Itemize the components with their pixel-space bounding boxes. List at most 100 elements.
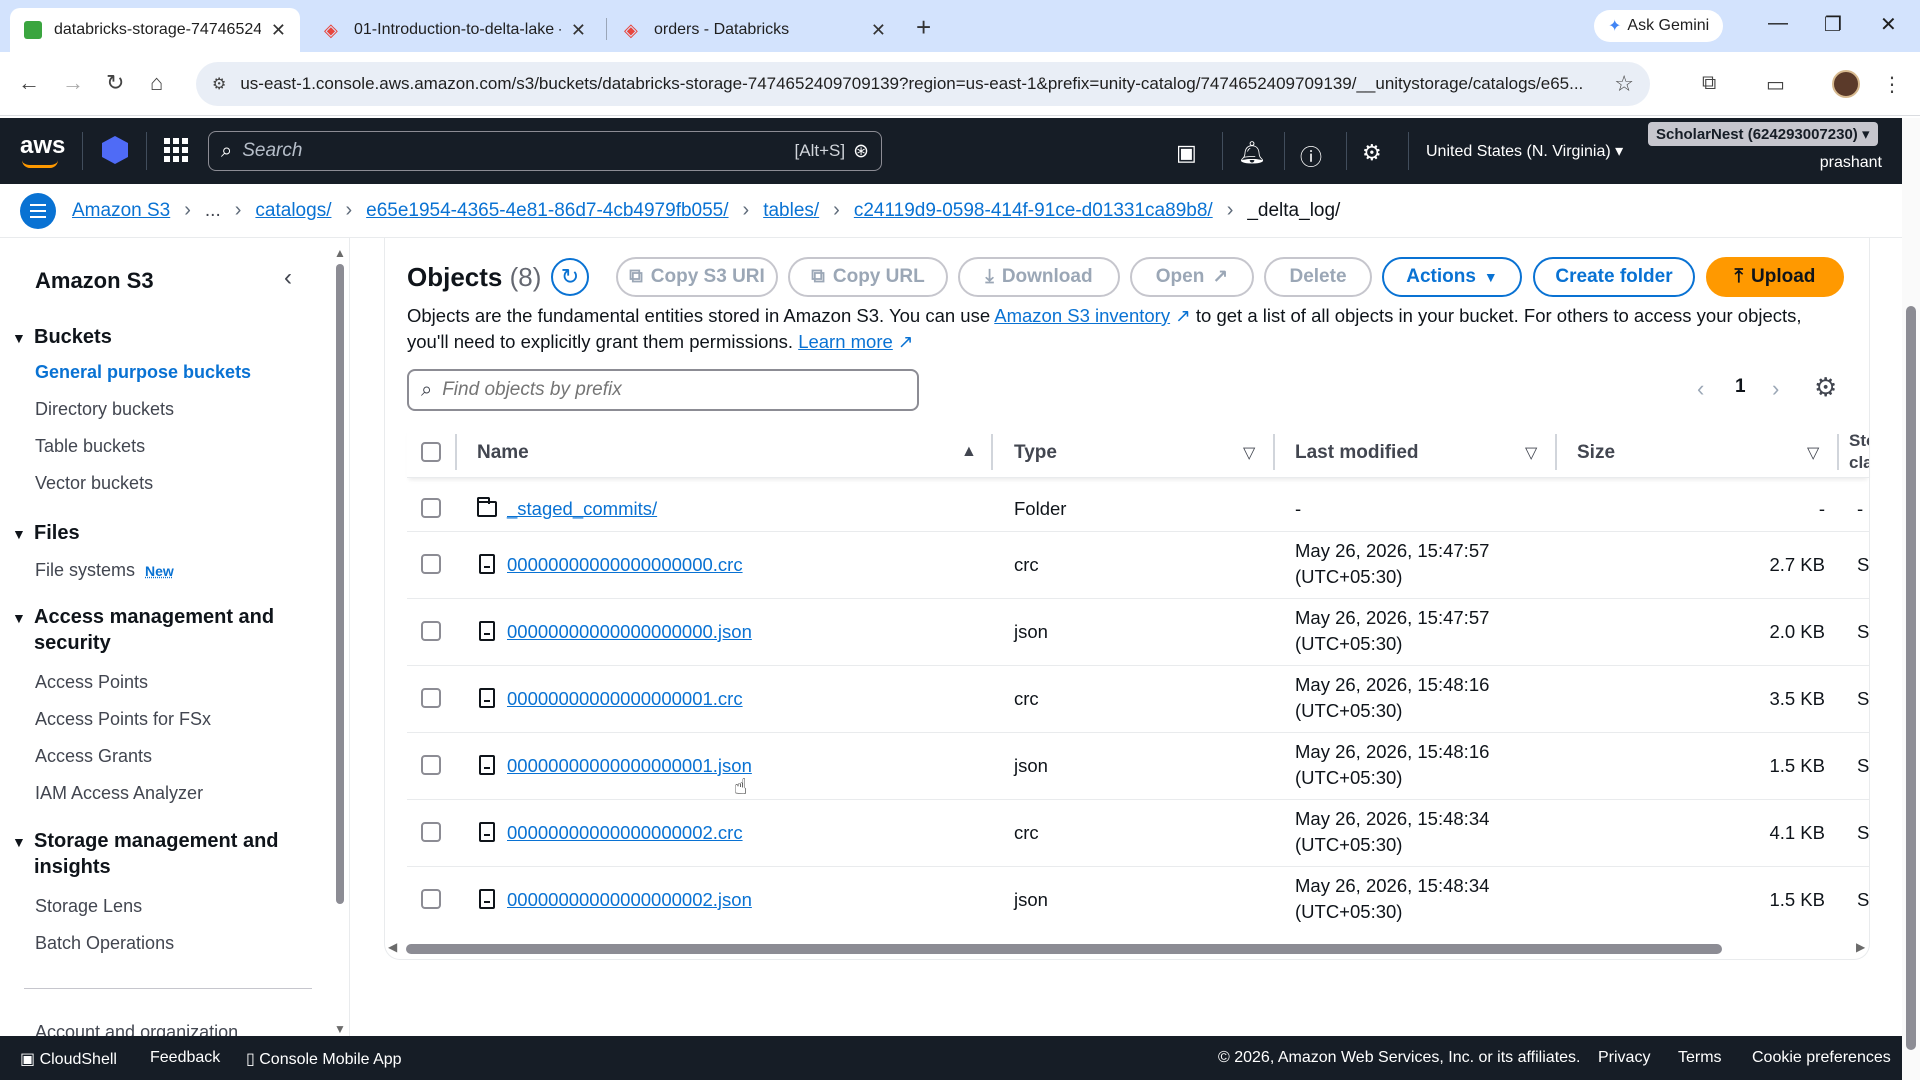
row-checkbox[interactable]: [421, 889, 441, 909]
sidebar-item-table-buckets[interactable]: Table buckets: [35, 436, 145, 457]
sidebar-section-files[interactable]: ▼ Files: [12, 520, 80, 547]
prev-page-icon[interactable]: ‹: [1697, 376, 1704, 402]
object-name-link[interactable]: 00000000000000000001.crc: [507, 686, 743, 712]
sidebar-section-buckets[interactable]: ▼ Buckets: [12, 324, 112, 351]
open-button[interactable]: Open ↗: [1130, 257, 1254, 297]
table-horizontal-scrollbar[interactable]: ◀ ▶: [388, 940, 1870, 958]
download-button[interactable]: ⤓ Download: [958, 257, 1120, 297]
table-row[interactable]: 00000000000000000001.json json May 26, 2…: [407, 733, 1869, 800]
row-checkbox[interactable]: [421, 822, 441, 842]
row-checkbox[interactable]: [421, 498, 441, 518]
ask-gemini-button[interactable]: ✦ Ask Gemini: [1594, 10, 1724, 42]
extensions-icon[interactable]: ⧉: [1702, 72, 1716, 95]
services-grid-icon[interactable]: [164, 138, 188, 162]
sidebar-item-access-points-fsx[interactable]: Access Points for FSx: [35, 709, 211, 730]
column-header-type[interactable]: Type: [1014, 442, 1057, 464]
cloudshell-link[interactable]: ▣ CloudShell: [20, 1049, 117, 1069]
sort-icon[interactable]: ▽: [1525, 443, 1537, 463]
breadcrumb-catalog-id[interactable]: e65e1954-4365-4e81-86d7-4cb4979fb055/: [366, 200, 728, 222]
learn-more-link[interactable]: Learn more: [798, 331, 893, 352]
bookmark-star-icon[interactable]: ☆: [1614, 71, 1634, 97]
column-divider[interactable]: [991, 434, 993, 470]
row-checkbox[interactable]: [421, 554, 441, 574]
scroll-right-icon[interactable]: ▶: [1856, 940, 1865, 954]
table-preferences-gear-icon[interactable]: ⚙: [1814, 372, 1837, 403]
sidebar-scroll-thumb[interactable]: [336, 264, 344, 904]
column-divider[interactable]: [1273, 434, 1275, 470]
aws-app-hex-icon[interactable]: [102, 136, 128, 164]
row-checkbox[interactable]: [421, 688, 441, 708]
breadcrumb-tables[interactable]: tables/: [763, 200, 819, 222]
create-folder-button[interactable]: Create folder: [1533, 257, 1695, 297]
row-checkbox[interactable]: [421, 621, 441, 641]
object-name-link[interactable]: 00000000000000000002.crc: [507, 820, 743, 846]
table-row[interactable]: 00000000000000000002.crc crc May 26, 202…: [407, 800, 1869, 867]
sidebar-section-access[interactable]: ▼ Access management and security: [12, 604, 274, 656]
find-objects-search[interactable]: ⌕: [407, 369, 919, 411]
sort-ascending-icon[interactable]: ▲: [961, 443, 977, 461]
sidebar-item-iam-access-analyzer[interactable]: IAM Access Analyzer: [35, 783, 203, 804]
home-icon[interactable]: ⌂: [150, 70, 163, 96]
scroll-up-icon[interactable]: ▲: [334, 246, 346, 260]
browser-tab-delta-lake[interactable]: ◈ 01-Introduction-to-delta-lake - ✕: [310, 8, 600, 52]
find-objects-input[interactable]: [442, 379, 883, 401]
sidebar-item-directory-buckets[interactable]: Directory buckets: [35, 399, 174, 420]
page-scroll-thumb[interactable]: [1906, 306, 1916, 1050]
mobile-app-link[interactable]: ▯ Console Mobile App: [246, 1049, 402, 1069]
sidebar-item-access-points[interactable]: Access Points: [35, 672, 148, 693]
object-name-link[interactable]: 00000000000000000001.json: [507, 753, 752, 779]
sidebar-section-storage[interactable]: ▼ Storage management and insights: [12, 828, 279, 880]
notifications-bell-icon[interactable]: 🔔︎: [1238, 140, 1266, 166]
breadcrumb-catalogs[interactable]: catalogs/: [255, 200, 331, 222]
aws-search-input[interactable]: ⌕ Search [Alt+S] ⊛: [208, 131, 882, 171]
row-checkbox[interactable]: [421, 755, 441, 775]
browser-tab-orders[interactable]: ◈ orders - Databricks ✕: [610, 8, 900, 52]
column-divider[interactable]: [1837, 434, 1839, 470]
privacy-link[interactable]: Privacy: [1598, 1049, 1650, 1067]
column-header-size[interactable]: Size: [1577, 442, 1615, 464]
minimize-icon[interactable]: —: [1768, 12, 1788, 35]
table-row[interactable]: 00000000000000000000.json json May 26, 2…: [407, 599, 1869, 666]
cookie-preferences-link[interactable]: Cookie preferences: [1752, 1049, 1891, 1067]
close-tab-icon[interactable]: ✕: [571, 20, 586, 41]
cloudshell-icon[interactable]: ▣: [1176, 140, 1197, 166]
close-tab-icon[interactable]: ✕: [871, 20, 886, 41]
sidebar-item-vector-buckets[interactable]: Vector buckets: [35, 473, 153, 494]
menu-hamburger-icon[interactable]: [20, 192, 56, 229]
omnibox[interactable]: ⚙ us-east-1.console.aws.amazon.com/s3/bu…: [196, 62, 1650, 106]
help-icon[interactable]: ⓘ: [1300, 140, 1322, 172]
account-menu[interactable]: ScholarNest (624293007230) ▾: [1648, 122, 1878, 146]
chrome-menu-icon[interactable]: ⋮: [1882, 72, 1902, 97]
side-panel-icon[interactable]: ▭: [1766, 72, 1785, 97]
sidebar-item-general-purpose-buckets[interactable]: General purpose buckets: [35, 362, 251, 383]
scroll-left-icon[interactable]: ◀: [388, 940, 397, 954]
object-name-link[interactable]: _staged_commits/: [507, 496, 657, 522]
upload-button[interactable]: ⤒ Upload: [1706, 257, 1844, 297]
sidebar-item-account-organization[interactable]: Account and organization: [35, 1022, 238, 1036]
table-row[interactable]: 00000000000000000000.crc crc May 26, 202…: [407, 532, 1869, 599]
horizontal-scroll-thumb[interactable]: [406, 944, 1722, 954]
breadcrumb-amazon-s3[interactable]: Amazon S3: [72, 200, 170, 222]
forward-icon[interactable]: →: [62, 70, 84, 96]
site-info-icon[interactable]: ⚙: [212, 74, 226, 94]
delete-button[interactable]: Delete: [1264, 257, 1372, 297]
settings-gear-icon[interactable]: ⚙: [1362, 140, 1382, 166]
sort-icon[interactable]: ▽: [1243, 443, 1255, 463]
terms-link[interactable]: Terms: [1678, 1049, 1722, 1067]
actions-button[interactable]: Actions ▼: [1382, 257, 1522, 297]
table-row[interactable]: 00000000000000000002.json json May 26, 2…: [407, 867, 1869, 934]
window-close-icon[interactable]: ✕: [1880, 12, 1897, 37]
scroll-down-icon[interactable]: ▼: [334, 1022, 346, 1036]
breadcrumb-table-id[interactable]: c24119d9-0598-414f-91ce-d01331ca89b8/: [854, 200, 1213, 222]
copy-s3-uri-button[interactable]: ⧉ Copy S3 URI: [616, 257, 778, 297]
column-header-name[interactable]: Name: [477, 442, 529, 464]
back-icon[interactable]: ←: [18, 70, 40, 96]
new-tab-button[interactable]: +: [916, 12, 931, 43]
refresh-button[interactable]: ↻: [551, 258, 589, 296]
url-text[interactable]: us-east-1.console.aws.amazon.com/s3/buck…: [240, 74, 1606, 94]
sidebar-item-file-systems[interactable]: File systems New: [35, 560, 174, 581]
next-page-icon[interactable]: ›: [1772, 376, 1779, 402]
breadcrumb-ellipsis[interactable]: ...: [205, 200, 221, 222]
column-header-storage-class[interactable]: Storage class: [1849, 430, 1869, 474]
page-number[interactable]: 1: [1735, 376, 1746, 398]
